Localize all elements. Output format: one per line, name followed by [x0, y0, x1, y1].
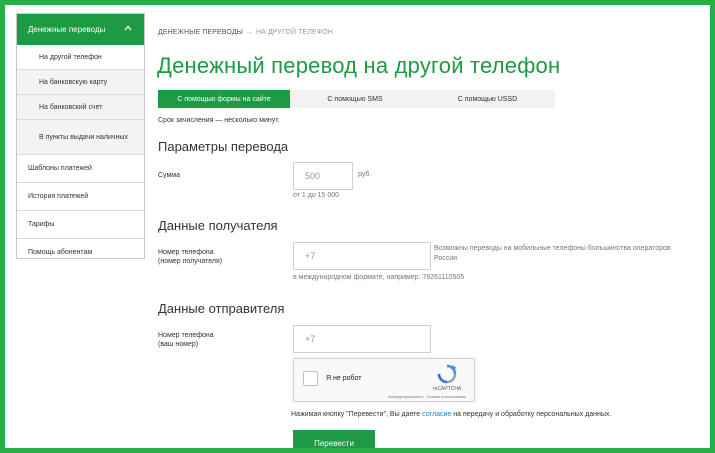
sidebar-item-subscriber-help[interactable]: Помощь абонентам: [17, 239, 144, 266]
recipient-phone-label-line1: Номер телефона: [158, 249, 214, 256]
breadcrumb: ДЕНЕЖНЫЕ ПЕРЕВОДЫ → НА ДРУГОЙ ТЕЛЕФОН: [158, 29, 333, 36]
sidebar-submenu: На другой телефон На банковскую карту На…: [17, 45, 144, 155]
recaptcha-logo-icon: [437, 364, 457, 384]
sidebar-section-label: Денежные переводы: [28, 25, 106, 34]
tab-sms[interactable]: С помощью SMS: [290, 90, 420, 108]
sender-phone-label: Номер телефона (ваш номер): [158, 331, 214, 349]
tab-website-form[interactable]: С помощью формы на сайте: [158, 90, 290, 108]
sidebar-item-cash-points[interactable]: В пункты выдачи наличных: [17, 119, 144, 154]
sender-phone-input[interactable]: +7: [293, 325, 431, 353]
page-title: Денежный перевод на другой телефон: [157, 53, 561, 78]
tab-ussd[interactable]: С помощью USSD: [420, 90, 555, 108]
consent-text-before: Нажимая кнопку "Перевести", Вы даете: [291, 411, 423, 418]
recipient-phone-placeholder: +7: [305, 251, 316, 261]
sidebar-nav: Денежные переводы На другой телефон На б…: [16, 13, 145, 259]
amount-hint: от 1 до 15 000: [293, 192, 340, 199]
consent-link[interactable]: согласие: [422, 411, 451, 418]
page-frame: Денежные переводы На другой телефон На б…: [0, 0, 715, 453]
recaptcha-links[interactable]: Конфиденциальность · Условия использован…: [388, 395, 465, 399]
recipient-format-hint: в международном формате, например: 79261…: [293, 274, 465, 281]
recaptcha-label: Я не робот: [326, 375, 362, 382]
recipient-operators-hint: Возможны переводы на мобильные телефоны …: [434, 245, 671, 262]
consent-text-after: на передачу и обработку персональных дан…: [451, 411, 612, 418]
sender-phone-label-line1: Номер телефона: [158, 332, 214, 339]
sidebar-item-bank-card[interactable]: На банковскую карту: [17, 69, 144, 94]
sidebar-item-tariffs[interactable]: Тарифы: [17, 211, 144, 239]
recaptcha-widget: Я не робот reCAPTCHA Конфиденциальность …: [293, 358, 475, 402]
recipient-phone-label: Номер телефона (номер получателя): [158, 248, 222, 266]
breadcrumb-arrow-icon: →: [245, 29, 253, 36]
amount-currency: руб.: [358, 171, 372, 178]
recipient-phone-label-line2: (номер получателя): [158, 258, 223, 265]
sidebar-item-payment-history[interactable]: История платежей: [17, 183, 144, 211]
recaptcha-checkbox[interactable]: [303, 371, 318, 386]
chevron-up-icon: [124, 25, 132, 31]
sender-phone-label-line2: (ваш номер): [158, 341, 199, 348]
sidebar-item-bank-account[interactable]: На банковский счет: [17, 94, 144, 119]
recipient-heading: Данные получателя: [158, 218, 278, 233]
amount-input[interactable]: 500: [293, 162, 353, 190]
transfer-time-note: Срок зачисления — несколько минут.: [158, 117, 280, 124]
sender-heading: Данные отправителя: [158, 301, 285, 316]
amount-placeholder: 500: [305, 171, 321, 181]
breadcrumb-parent-link[interactable]: ДЕНЕЖНЫЕ ПЕРЕВОДЫ: [158, 29, 243, 36]
sidebar-item-other-phone[interactable]: На другой телефон: [17, 45, 144, 69]
consent-text: Нажимая кнопку "Перевести", Вы даете сог…: [291, 411, 611, 418]
sender-phone-placeholder: +7: [305, 334, 316, 344]
breadcrumb-current: НА ДРУГОЙ ТЕЛЕФОН: [255, 29, 333, 36]
transfer-params-heading: Параметры перевода: [158, 139, 289, 154]
method-tabs: С помощью формы на сайте С помощью SMS С…: [158, 90, 555, 108]
main-content: ДЕНЕЖНЫЕ ПЕРЕВОДЫ → НА ДРУГОЙ ТЕЛЕФОН Дене…: [157, 5, 710, 448]
submit-transfer-button[interactable]: Перевести: [293, 430, 375, 448]
recipient-phone-input[interactable]: +7: [293, 242, 431, 270]
amount-label: Сумма: [158, 172, 180, 179]
sidebar-section-money-transfers[interactable]: Денежные переводы: [17, 14, 144, 45]
recaptcha-brand: reCAPTCHA: [433, 386, 462, 392]
sidebar-item-payment-templates[interactable]: Шаблоны платежей: [17, 155, 144, 183]
